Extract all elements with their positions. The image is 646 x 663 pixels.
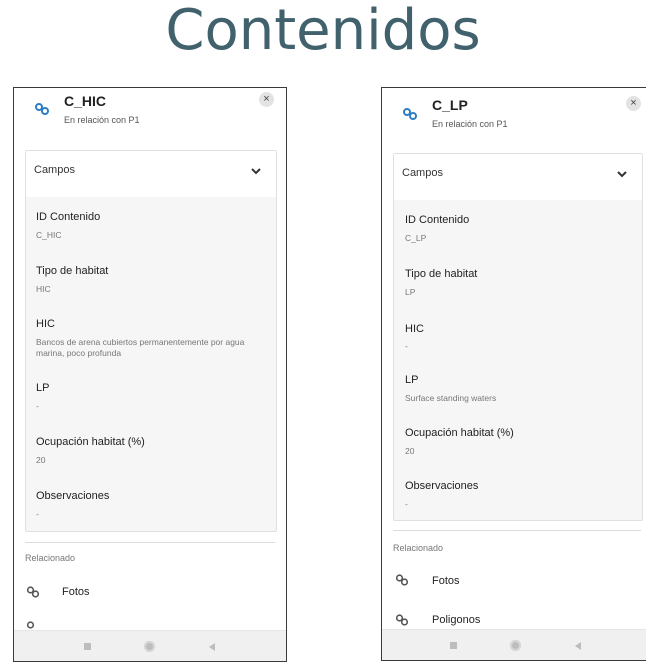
field-value: - [36,401,39,411]
field-label: HIC [36,318,55,330]
record-title: C_LP [432,97,468,113]
field-value: 20 [405,446,415,456]
field-label: HIC [405,323,424,335]
field-value: 20 [36,455,46,465]
field-value: - [36,509,39,519]
related-item-fotos[interactable]: Fotos [62,586,90,598]
page-title: Contenidos [165,0,481,63]
field-label: Observaciones [405,480,479,492]
field-label: Observaciones [36,490,110,502]
recent-apps-button[interactable] [450,642,457,649]
record-relation: En relación con P1 [64,115,140,125]
field-label: Ocupación habitat (%) [405,427,514,439]
home-button[interactable] [510,640,521,651]
field-value: Bancos de arena cubiertos permanentement… [36,337,245,358]
field-value: - [405,341,408,351]
fields-card-header[interactable]: Campos [26,151,276,197]
android-nav-bar [382,629,646,660]
close-icon[interactable]: × [626,96,641,111]
field-label: ID Contenido [36,211,101,223]
field-value: C_HIC [36,230,62,240]
phone-screen-c-lp: C_LP En relación con P1 × Campos ID Cont… [381,87,646,661]
link-icon [403,108,417,120]
field-label: LP [405,374,419,386]
fields-card: Campos ID Contenido C_LP Tipo de habitat… [393,153,643,521]
field-label: Ocupación habitat (%) [36,436,145,448]
recent-apps-button[interactable] [84,643,91,650]
field-label: ID Contenido [405,214,470,226]
fields-card-header[interactable]: Campos [394,154,642,200]
link-icon [395,574,409,586]
field-value: LP [405,287,416,297]
related-item-fotos[interactable]: Fotos [432,575,460,587]
field-label: Tipo de habitat [405,268,478,280]
link-icon [395,614,409,626]
phone-screen-c-hic: C_HIC En relación con P1 × Campos ID Con… [13,87,287,662]
fields-card: Campos ID Contenido C_HIC Tipo de habita… [25,150,277,532]
link-icon [26,586,40,598]
field-value: C_LP [405,233,427,243]
related-item-poligonos[interactable]: Poligonos [432,614,480,626]
field-value: Surface standing waters [405,393,497,403]
fields-card-title: Campos [34,164,75,176]
divider [25,542,275,543]
close-icon[interactable]: × [259,92,274,107]
android-nav-bar [14,630,286,661]
field-label: LP [36,382,50,394]
divider [393,530,641,531]
link-icon [35,103,49,115]
record-title: C_HIC [64,93,107,109]
home-button[interactable] [144,641,155,652]
field-value: HIC [36,284,51,294]
back-button[interactable] [575,642,581,650]
related-section-label: Relacionado [25,553,76,563]
field-label: Tipo de habitat [36,265,109,277]
back-button[interactable] [209,643,215,651]
fields-card-title: Campos [402,167,443,179]
chevron-down-icon [251,168,261,175]
field-value: - [405,499,408,509]
record-relation: En relación con P1 [432,119,508,129]
chevron-down-icon [617,171,627,178]
related-section-label: Relacionado [393,543,444,553]
